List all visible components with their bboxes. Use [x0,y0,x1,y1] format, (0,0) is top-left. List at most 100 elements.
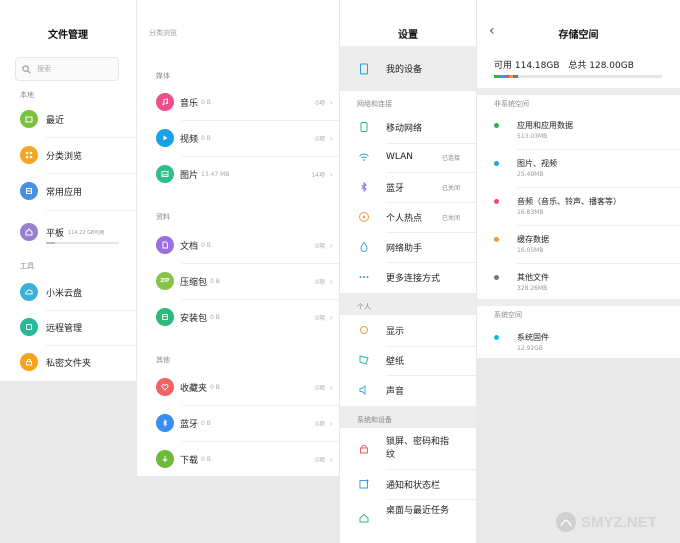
category-size: 0 B [201,98,211,106]
storage-item-cache[interactable]: 缓存数据 16.05MB [477,232,680,258]
settings-label: 声音 [386,386,405,397]
category-size: 0 B [201,241,211,249]
category-item-apk[interactable]: 安装包 0 B 0项 › [137,307,339,327]
settings-item-bluetooth[interactable]: 蓝牙 已关闭 [340,179,476,195]
storage-item-label: 应用和应用数据 [517,121,573,130]
sidebar-item-label: 最近 [46,115,65,126]
sidebar-item-mi-cloud[interactable]: 小米云盘 [0,282,136,302]
category-label: 音乐 [180,98,199,109]
legend-dot [494,335,499,340]
settings-label: 个人热点 [386,213,423,224]
apps-icon [20,182,38,200]
settings-item-sound[interactable]: 声音 [340,382,476,398]
section-docs-label: 资料 [156,213,170,221]
settings-item-wallpaper[interactable]: 壁纸 [340,352,476,368]
sidebar-item-tablet[interactable]: 平板 114.22 GB可用 [0,222,136,242]
speaker-icon [359,384,366,396]
storage-item-size: 12.92GB [517,345,543,352]
category-label: 收藏夹 [180,383,208,394]
settings-label: 网络助手 [386,243,423,254]
category-size: 0 B [210,313,220,321]
hotspot-icon [359,212,369,222]
settings-item-notifications[interactable]: 通知和状态栏 [340,476,476,492]
storage-item-label: 系统固件 [517,333,549,342]
category-label: 压缩包 [180,277,208,288]
category-item-downloads[interactable]: 下载 0 B 0项 › [137,449,339,469]
folder-icon [20,110,38,128]
chevron-right-icon: › [329,382,333,392]
legend-dot [494,123,499,128]
category-item-favorites[interactable]: 收藏夹 0 B 0项 › [137,377,339,397]
chevron-right-icon: › [329,240,333,250]
category-item-archives[interactable]: ZIP 压缩包 0 B 0项 › [137,271,339,291]
lock-icon [20,353,38,371]
sidebar-item-remote[interactable]: 远程管理 [0,317,136,337]
settings-panel: 设置 我的设备 网络和连接 移动网络 WLAN 已连接 蓝牙 已关闭 个人热点 … [340,0,476,543]
my-device-row[interactable]: 我的设备 [340,46,476,91]
drop-icon [360,241,368,253]
category-item-images[interactable]: 图片 13.47 MB 14项 › [137,164,339,184]
sidebar-item-label: 远程管理 [46,323,83,334]
wifi-icon [359,153,369,161]
package-icon [156,308,174,326]
category-label: 安装包 [180,313,208,324]
my-device-label: 我的设备 [386,65,423,75]
settings-item-wlan[interactable]: WLAN 已连接 [340,149,476,165]
storage-item-images-videos[interactable]: 图片、视频 25.49MB [477,156,680,182]
section-personal-label: 个人 [357,303,371,311]
category-count: 0项 [315,314,325,322]
storage-item-other[interactable]: 其他文件 328.26MB [477,270,680,296]
settings-item-more-connections[interactable]: 更多连接方式 [340,269,476,285]
category-label: 蓝牙 [180,419,199,430]
category-item-video[interactable]: 视频 0 B 0项 › [137,128,339,148]
file-manager-panel: 文件管理 搜索 本地 最近 分类浏览 常用应用 平板 114.22 GB可用 工… [0,0,136,381]
storage-item-apps[interactable]: 应用和应用数据 513.03MB [477,118,680,144]
category-count: 0项 [315,135,325,143]
legend-dot [494,161,499,166]
storage-item-size: 328.26MB [517,285,548,292]
storage-item-label: 其他文件 [517,273,549,282]
chevron-right-icon: › [329,97,333,107]
settings-item-hotspot[interactable]: 个人热点 已关闭 [340,209,476,225]
category-size: 13.47 MB [201,170,230,178]
category-item-documents[interactable]: 文档 0 B 0项 › [137,235,339,255]
download-icon [156,450,174,468]
settings-item-network-assistant[interactable]: 网络助手 [340,239,476,255]
settings-label: 显示 [386,326,405,337]
settings-status: 已连接 [441,154,460,162]
sidebar-item-private-folder[interactable]: 私密文件夹 [0,352,136,372]
chevron-right-icon: › [329,454,333,464]
sidebar-item-category[interactable]: 分类浏览 [0,145,136,165]
page-title: 存储空间 [558,30,599,41]
sidebar-item-common-apps[interactable]: 常用应用 [0,181,136,201]
legend-dot [494,199,499,204]
category-label: 视频 [180,134,199,145]
storage-item-size: 25.49MB [517,171,544,178]
search-icon [22,64,31,73]
cloud-icon [20,283,38,301]
category-label: 图片 [180,170,199,181]
wallpaper-icon [359,355,369,365]
home-icon [359,513,369,523]
storage-item-audio[interactable]: 音频（音乐、铃声、播客等） 16.83MB [477,194,680,220]
settings-item-lockscreen[interactable]: 锁屏、密码和指纹 [340,436,476,464]
category-count: 0项 [315,384,325,392]
settings-item-display[interactable]: 显示 [340,322,476,338]
search-input[interactable]: 搜索 [15,57,119,81]
storage-item-system-firmware[interactable]: 系统固件 12.92GB [477,330,680,356]
category-item-bluetooth[interactable]: 蓝牙 0 B 0项 › [137,413,339,433]
bluetooth-icon [361,181,367,193]
category-browse-panel: 分类浏览 媒体 音乐 0 B 0项 › 视频 0 B 0项 › 图片 13.47… [137,0,339,476]
category-label: 下载 [180,455,199,466]
storage-item-size: 16.83MB [517,209,544,216]
chevron-right-icon: › [329,312,333,322]
legend-dot [494,275,499,280]
category-count: 0项 [315,420,325,428]
category-item-music[interactable]: 音乐 0 B 0项 › [137,92,339,112]
sidebar-item-recent[interactable]: 最近 [0,109,136,129]
watermark-text: SMYZ.NET [581,513,657,531]
settings-item-mobile-network[interactable]: 移动网络 [340,119,476,135]
settings-item-desktop[interactable]: 桌面与最近任务 [340,505,476,533]
settings-label: 更多连接方式 [386,273,441,284]
storage-usage-bar [494,75,662,78]
